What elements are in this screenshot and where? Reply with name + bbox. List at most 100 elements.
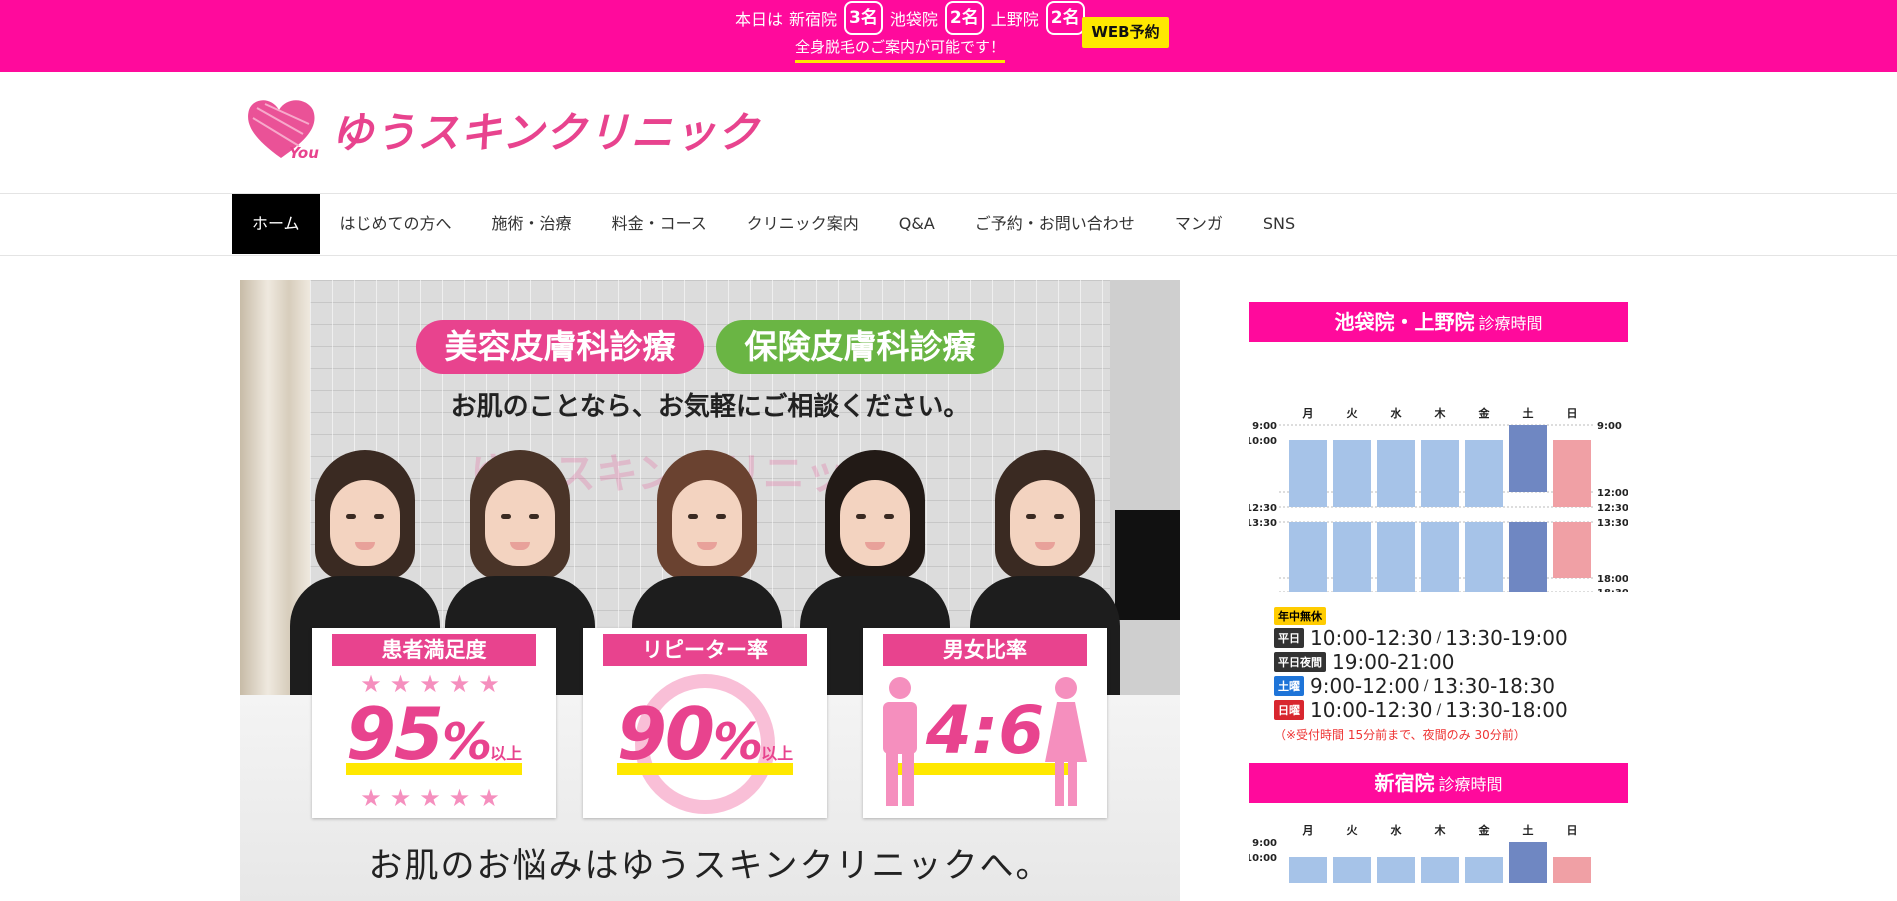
main-navigation: ホーム はじめての方へ 施術・治療 料金・コース クリニック案内 Q&A ご予約… xyxy=(0,194,1897,256)
time-right-3: 13:30 xyxy=(1597,518,1628,529)
weekday-am-bar-1 xyxy=(1333,440,1371,507)
logo-mark-text: You xyxy=(289,144,319,162)
weekday-time1: 10:00-12:30 xyxy=(1310,626,1433,650)
clinic-shinjuku-label: 新宿院 xyxy=(789,10,838,29)
weekday-pm-bar-2 xyxy=(1377,522,1415,638)
nav-manga[interactable]: マンガ xyxy=(1155,194,1243,254)
time-right-4: 18:00 xyxy=(1597,574,1628,585)
monitor xyxy=(1115,510,1180,620)
count-ikebukuro: 2名 xyxy=(944,1,984,35)
weekday-sep: / xyxy=(1436,630,1442,646)
legend-row-saturday: 土曜 9:00-12:00 / 13:30-18:30 xyxy=(1274,674,1628,698)
day2-label-1: 火 xyxy=(1347,824,1359,837)
web-reservation-button[interactable]: WEB予約 xyxy=(1082,17,1169,48)
hours-timetable: 月火水木金土日9:0010:0012:3013:3021:009:0012:00… xyxy=(1245,406,1629,645)
hero-banner[interactable]: 美容皮膚科診療 保険皮膚科診療 お肌のことなら、お気軽にご相談ください。 ゆうス… xyxy=(240,280,1180,901)
satisfaction-tag: 患者満足度 xyxy=(332,634,536,666)
day-label-4: 金 xyxy=(1478,406,1491,420)
nav-qa[interactable]: Q&A xyxy=(879,194,955,254)
reception-note: （※受付時間 15分前まで、夜間のみ 30分前） xyxy=(1274,728,1526,742)
weekday-pm-bar-1 xyxy=(1333,522,1371,638)
day2-label-4: 金 xyxy=(1478,823,1491,837)
nav-treatment[interactable]: 施術・治療 xyxy=(472,194,592,254)
day2-label-2: 水 xyxy=(1391,823,1403,837)
availability-line: 本日は 新宿院 3名 池袋院 2名 上野院 2名 xyxy=(735,1,1092,35)
time2-left-1: 10:00 xyxy=(1249,853,1277,864)
hero-tagline: お肌のお悩みはゆうスキンクリニックへ。 xyxy=(368,846,1052,886)
hero-subtitle: お肌のことなら、お気軽にご相談ください。 xyxy=(450,392,970,422)
day2-label-0: 月 xyxy=(1302,824,1314,837)
sunday-label: 日曜 xyxy=(1274,700,1304,720)
day-label-5: 土 xyxy=(1523,406,1534,420)
sunday-pm-bar xyxy=(1553,522,1591,578)
saturday-time2: 13:30-18:30 xyxy=(1432,674,1555,698)
nav-contact[interactable]: ご予約・お問い合わせ xyxy=(955,194,1155,254)
day2-label-3: 木 xyxy=(1434,823,1447,837)
nav-sns[interactable]: SNS xyxy=(1243,194,1315,254)
satisfaction-value: 95%以上 xyxy=(312,692,556,776)
gender-ratio-tag: 男女比率 xyxy=(883,634,1087,666)
today-label: 本日は xyxy=(735,10,784,29)
clinic-ikebukuro-label: 池袋院 xyxy=(889,10,938,29)
sunday-time2: 13:30-18:00 xyxy=(1445,698,1568,722)
clinic-ueno-label: 上野院 xyxy=(990,10,1039,29)
hours-legend: 年中無休 平日 10:00-12:30 / 13:30-19:00 平日夜間 1… xyxy=(1249,606,1628,743)
day-label-1: 火 xyxy=(1347,407,1359,420)
saturday-label: 土曜 xyxy=(1274,676,1304,696)
sunday-am-bar xyxy=(1553,440,1591,507)
saturday-pm-bar xyxy=(1509,522,1547,592)
hours-header-sub: 診療時間 xyxy=(1478,314,1543,333)
hours-header-title: 池袋院・上野院 xyxy=(1334,310,1475,334)
repeater-value: 90%以上 xyxy=(583,692,827,776)
nav-clinic-info[interactable]: クリニック案内 xyxy=(727,194,879,254)
time-right-5: 18:30 xyxy=(1597,588,1628,592)
weekday-am-bar-3 xyxy=(1421,440,1459,507)
day-label-3: 木 xyxy=(1434,406,1447,420)
nav-home[interactable]: ホーム xyxy=(232,194,320,254)
nav-first-time[interactable]: はじめての方へ xyxy=(320,194,472,254)
announcement-bar: 本日は 新宿院 3名 池袋院 2名 上野院 2名 全身脱毛のご案内が可能です！ … xyxy=(0,0,1897,72)
weekday-pm-bar-4 xyxy=(1465,522,1503,638)
time-right-2: 12:30 xyxy=(1597,503,1628,514)
hours-header-shinjuku: 新宿院 診療時間 xyxy=(1249,763,1628,803)
site-header: You ゆうスキンクリニック xyxy=(0,72,1897,194)
hours-header-sub-2: 診療時間 xyxy=(1438,775,1503,794)
weekday-am-bar-2 xyxy=(1377,440,1415,507)
site-logo[interactable]: You ゆうスキンクリニック xyxy=(243,94,760,164)
insurance-dermatology-pill: 保険皮膚科診療 xyxy=(716,320,1004,374)
sunday2-bar xyxy=(1553,857,1591,897)
side-wall xyxy=(1110,280,1180,710)
saturday-sep: / xyxy=(1423,678,1429,694)
sidebar: 池袋院・上野院診療時間 月火水木金土日9:0010:0012:3013:3021… xyxy=(1245,302,1629,897)
repeater-number: 90 xyxy=(616,692,715,776)
clinic-name: ゆうスキンクリニック xyxy=(331,107,760,157)
saturday2-bar xyxy=(1509,842,1547,897)
repeater-card: リピーター率 90%以上 xyxy=(583,628,827,818)
availability-note: 全身脱毛のご案内が可能です！ xyxy=(795,36,1006,63)
count-shinjuku: 3名 xyxy=(844,1,883,35)
day2-label-5: 土 xyxy=(1523,823,1534,837)
nav-pricing[interactable]: 料金・コース xyxy=(592,194,727,254)
saturday-time1: 9:00-12:00 xyxy=(1310,674,1420,698)
gender-ratio-value: 4:6 xyxy=(925,692,1045,769)
time-left-1: 10:00 xyxy=(1249,436,1277,447)
time-left-2: 12:30 xyxy=(1249,503,1277,514)
weekday2-bar-2 xyxy=(1377,857,1415,897)
day-label-6: 日 xyxy=(1567,407,1578,420)
legend-row-weekday-night: 平日夜間 19:00-21:00 xyxy=(1274,650,1628,674)
satisfaction-number: 95 xyxy=(345,692,444,776)
saturday-am-bar xyxy=(1509,425,1547,492)
time2-left-0: 9:00 xyxy=(1252,838,1277,849)
time-right-0: 9:00 xyxy=(1597,421,1622,432)
sunday-sep: / xyxy=(1436,702,1442,718)
weekday-pm-bar-3 xyxy=(1421,522,1459,638)
legend-row-sunday: 日曜 10:00-12:30 / 13:30-18:00 xyxy=(1274,698,1628,722)
weekday-night-time1: 19:00-21:00 xyxy=(1332,650,1455,674)
time-left-3: 13:30 xyxy=(1249,518,1277,529)
weekday2-bar-1 xyxy=(1333,857,1371,897)
weekday-label: 平日 xyxy=(1274,628,1304,648)
time-left-0: 9:00 xyxy=(1252,421,1277,432)
repeater-tag: リピーター率 xyxy=(603,634,807,666)
open-every-day-badge: 年中無休 xyxy=(1274,607,1326,625)
cosmetic-dermatology-pill: 美容皮膚科診療 xyxy=(416,320,704,374)
